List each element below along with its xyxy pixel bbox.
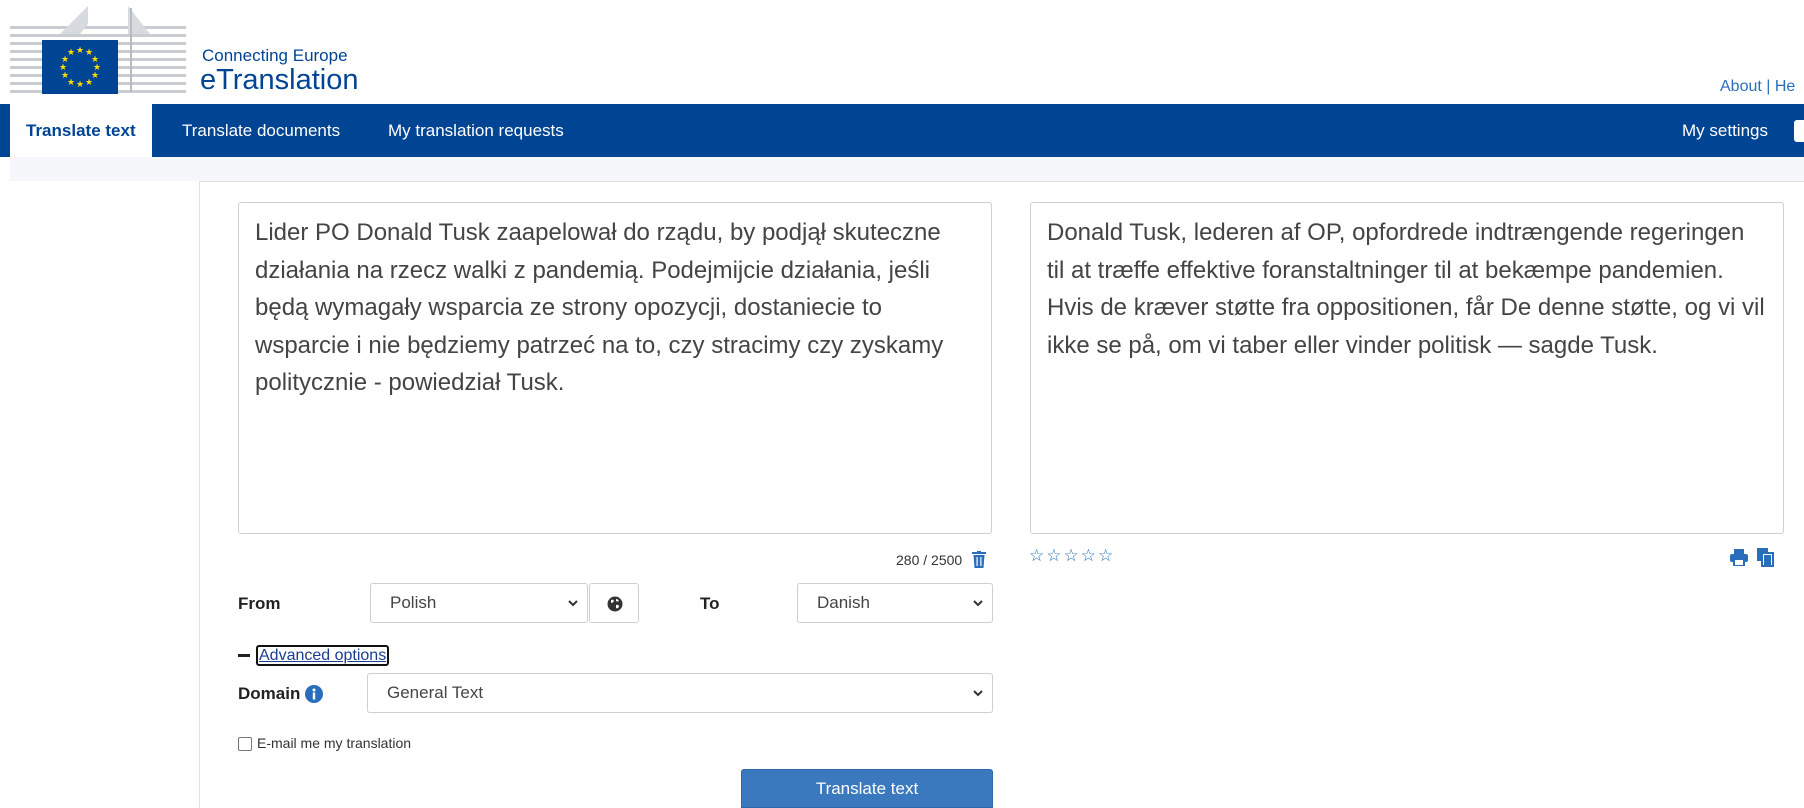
my-settings-link[interactable]: My settings bbox=[1682, 104, 1768, 157]
character-counter: 280 / 2500 bbox=[896, 552, 963, 568]
detect-language-button[interactable] bbox=[589, 583, 639, 623]
target-language-select[interactable]: Danish bbox=[797, 583, 993, 623]
link-separator: | bbox=[1766, 78, 1771, 95]
email-translation-checkbox[interactable] bbox=[238, 737, 252, 751]
chevron-down-icon bbox=[568, 600, 578, 607]
site-header: ★ ★ ★ ★ ★ ★ ★ ★ ★ ★ ★ ★ Connecting Europ… bbox=[0, 0, 1804, 105]
advanced-options-toggle[interactable]: Advanced options bbox=[256, 645, 390, 666]
tab-translate-documents[interactable]: Translate documents bbox=[182, 104, 340, 157]
svg-text:★: ★ bbox=[85, 78, 93, 88]
svg-text:★: ★ bbox=[67, 48, 75, 58]
source-text-input[interactable]: Lider PO Donald Tusk zaapelował do rządu… bbox=[238, 202, 992, 534]
info-icon[interactable] bbox=[305, 685, 323, 703]
domain-select[interactable]: General Text bbox=[367, 673, 993, 713]
source-language-value: Polish bbox=[390, 593, 437, 612]
translation-output: Donald Tusk, lederen af OP, opfordrede i… bbox=[1030, 202, 1784, 534]
print-icon[interactable] bbox=[1730, 549, 1748, 566]
from-label: From bbox=[238, 594, 281, 613]
target-language-value: Danish bbox=[817, 593, 870, 612]
chevron-down-icon bbox=[973, 690, 983, 697]
source-language-select[interactable]: Polish bbox=[370, 583, 588, 623]
main-navigation: Translate text Translate documents My tr… bbox=[0, 104, 1804, 157]
brand-title[interactable]: eTranslation bbox=[200, 64, 359, 97]
chevron-down-icon bbox=[973, 600, 983, 607]
tab-my-translation-requests[interactable]: My translation requests bbox=[388, 104, 564, 157]
collapse-icon[interactable] bbox=[238, 654, 250, 657]
domain-label: Domain bbox=[238, 684, 301, 703]
svg-text:★: ★ bbox=[76, 46, 84, 56]
domain-value: General Text bbox=[387, 683, 484, 702]
email-translation-label[interactable]: E-mail me my translation bbox=[257, 735, 411, 751]
brand-tagline: Connecting Europe bbox=[202, 46, 348, 65]
copy-icon[interactable] bbox=[1757, 548, 1774, 567]
help-link[interactable]: He bbox=[1775, 78, 1795, 95]
nav-subbar bbox=[10, 157, 1804, 181]
trash-icon[interactable] bbox=[972, 551, 986, 568]
svg-text:★: ★ bbox=[76, 80, 84, 90]
user-menu-button[interactable] bbox=[1794, 120, 1804, 142]
translate-text-button[interactable]: Translate text bbox=[741, 769, 993, 808]
rating-stars[interactable]: ☆☆☆☆☆ bbox=[1029, 546, 1115, 566]
to-label: To bbox=[700, 594, 720, 613]
about-link[interactable]: About bbox=[1720, 78, 1762, 95]
top-links: About | He bbox=[1720, 78, 1804, 96]
tab-translate-text[interactable]: Translate text bbox=[10, 104, 152, 157]
globe-icon bbox=[607, 596, 623, 612]
european-commission-logo[interactable]: ★ ★ ★ ★ ★ ★ ★ ★ ★ ★ ★ ★ bbox=[10, 4, 186, 94]
